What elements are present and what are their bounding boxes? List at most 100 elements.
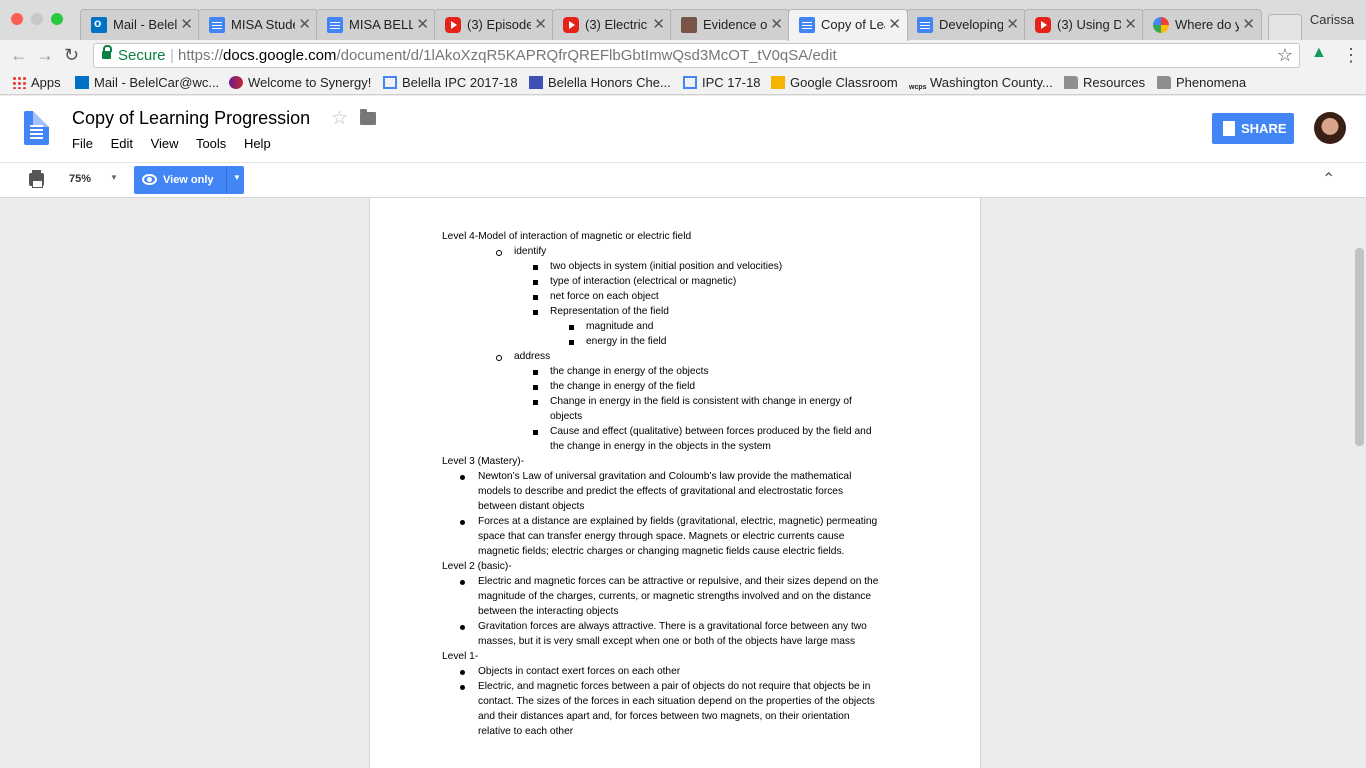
collapse-menus-icon[interactable]: ⌃ [1322,169,1335,189]
close-tab-icon[interactable]: ✕ [534,15,547,33]
bookmark-belella-honors[interactable]: Belella Honors Che... [529,75,671,90]
star-icon[interactable]: ☆ [331,107,348,130]
level2-heading: Level 2 (basic)- [442,561,512,572]
forms-icon [529,76,543,89]
bullet [569,340,574,345]
tab-developing[interactable]: Developing ✕ [906,9,1026,40]
vertical-scrollbar[interactable] [1355,248,1364,446]
menu-view[interactable]: View [151,136,179,151]
close-window-button[interactable] [11,13,23,25]
mode-button[interactable]: View only ▼ [134,166,244,194]
list-item-continued: and their distances apart and, for force… [478,711,850,722]
tab-evidence[interactable]: Evidence of ✕ [670,9,790,40]
folder-icon[interactable] [360,109,376,125]
avatar[interactable] [1314,112,1346,144]
list-item-continued: contact. The sizes of the forces in each… [478,696,875,707]
google-docs-logo-icon[interactable] [24,111,49,145]
list-item-continued: between distant objects [478,501,585,512]
building-icon [1223,121,1235,136]
classroom-icon [771,76,785,89]
list-item-continued: relative to each other [478,726,574,737]
bookmark-ipc[interactable]: IPC 17-18 [683,75,761,90]
bookmark-belella-ipc[interactable]: Belella IPC 2017-18 [383,75,518,90]
list-item: Representation of the field [550,306,669,317]
print-icon[interactable] [29,170,44,188]
browser-menu-icon[interactable]: ⋮ [1342,45,1360,66]
document-page: Level 4-Model of interaction of magnetic… [369,198,981,768]
list-item: the change in energy of the field [550,381,695,392]
close-tab-icon[interactable]: ✕ [416,15,429,33]
close-tab-icon[interactable]: ✕ [1124,15,1137,33]
maximize-window-button[interactable] [51,13,63,25]
tab-where-do[interactable]: Where do y ✕ [1142,9,1262,40]
bookmark-washington-county[interactable]: wcps Washington County... [909,75,1053,97]
close-tab-icon[interactable]: ✕ [770,15,783,33]
menu-tools[interactable]: Tools [196,136,226,151]
docs-header: Copy of Learning Progression ☆ File Edit… [0,96,1366,162]
tab-misa-student[interactable]: MISA Stude ✕ [198,9,318,40]
tab-misa-bell[interactable]: MISA BELL ✕ [316,9,436,40]
menu-file[interactable]: File [72,136,93,151]
profile-name[interactable]: Carissa [1310,12,1354,27]
bullet [496,250,502,256]
document-canvas: Level 4-Model of interaction of magnetic… [0,198,1366,768]
minimize-window-button[interactable] [31,13,43,25]
tab-copy-of-learning-progression[interactable]: Copy of Lea ✕ [788,9,908,41]
bookmark-star-icon[interactable]: ☆ [1277,45,1293,66]
close-tab-icon[interactable]: ✕ [1242,15,1255,33]
list-item: Objects in contact exert forces on each … [478,666,681,677]
youtube-icon [1035,17,1051,33]
list-item: magnitude and [586,321,654,332]
chevron-down-icon[interactable]: ▼ [233,173,241,182]
bookmarks-bar: Apps Mail - BelelCar@wc... Welcome to Sy… [0,72,1366,95]
bullet [496,355,502,361]
tab-youtube-using[interactable]: (3) Using D ✕ [1024,9,1144,40]
folder-icon [1064,76,1078,89]
google-drive-icon[interactable]: ▲ [1311,44,1327,62]
google-docs-icon [209,17,225,33]
close-tab-icon[interactable]: ✕ [888,15,901,33]
list-item-continued: magnitude of the charges, currents, or m… [478,591,872,602]
youtube-icon [445,17,461,33]
list-item-continued: models to describe and predict the effec… [478,486,844,497]
menu-help[interactable]: Help [244,136,271,151]
close-tab-icon[interactable]: ✕ [1006,15,1019,33]
bullet [460,625,465,630]
bookmark-mail[interactable]: Mail - BelelCar@wc... [75,75,219,90]
document-title[interactable]: Copy of Learning Progression [72,108,310,129]
close-tab-icon[interactable]: ✕ [298,15,311,33]
back-arrow-icon[interactable]: ← [10,45,28,66]
reload-icon[interactable]: ↻ [64,45,79,66]
tab-youtube-electric[interactable]: (3) Electric ✕ [552,9,672,40]
share-button[interactable]: SHARE [1212,113,1294,144]
address-bar[interactable]: Secure | https://docs.google.com/documen… [93,43,1300,68]
page-icon [683,76,697,89]
url-text[interactable]: https://docs.google.com/document/d/1lAko… [178,47,837,64]
folder-icon [1157,76,1171,89]
bookmark-phenomena[interactable]: Phenomena [1157,75,1246,90]
list-item-continued: masses, but it is very small except when… [478,636,856,647]
list-item: Gravitation forces are always attractive… [478,621,867,632]
list-item: energy in the field [586,336,667,347]
bullet [533,310,538,315]
list-item: Electric, and magnetic forces between a … [478,681,871,692]
list-item: Newton’s Law of universal gravitation an… [478,471,852,482]
list-item: Forces at a distance are explained by fi… [478,516,878,527]
zoom-select[interactable]: 75% [69,173,91,185]
tab-mail[interactable]: Mail - Belel ✕ [80,9,200,40]
outlook-mail-icon [75,76,89,89]
bookmark-google-classroom[interactable]: Google Classroom [771,75,898,90]
close-tab-icon[interactable]: ✕ [652,15,665,33]
close-tab-icon[interactable]: ✕ [180,15,193,33]
bookmark-apps[interactable]: Apps [12,75,61,90]
classroom-icon [681,17,697,33]
url-scheme: https:// [178,47,224,64]
new-tab-button[interactable] [1268,14,1302,40]
forward-arrow-icon[interactable]: → [36,45,54,66]
outlook-mail-icon [91,16,107,33]
menu-edit[interactable]: Edit [111,136,133,151]
tab-youtube-episode[interactable]: (3) Episode ✕ [434,9,554,40]
chevron-down-icon[interactable]: ▼ [110,173,118,182]
bookmark-resources[interactable]: Resources [1064,75,1145,90]
bookmark-synergy[interactable]: Welcome to Synergy! [229,75,371,90]
